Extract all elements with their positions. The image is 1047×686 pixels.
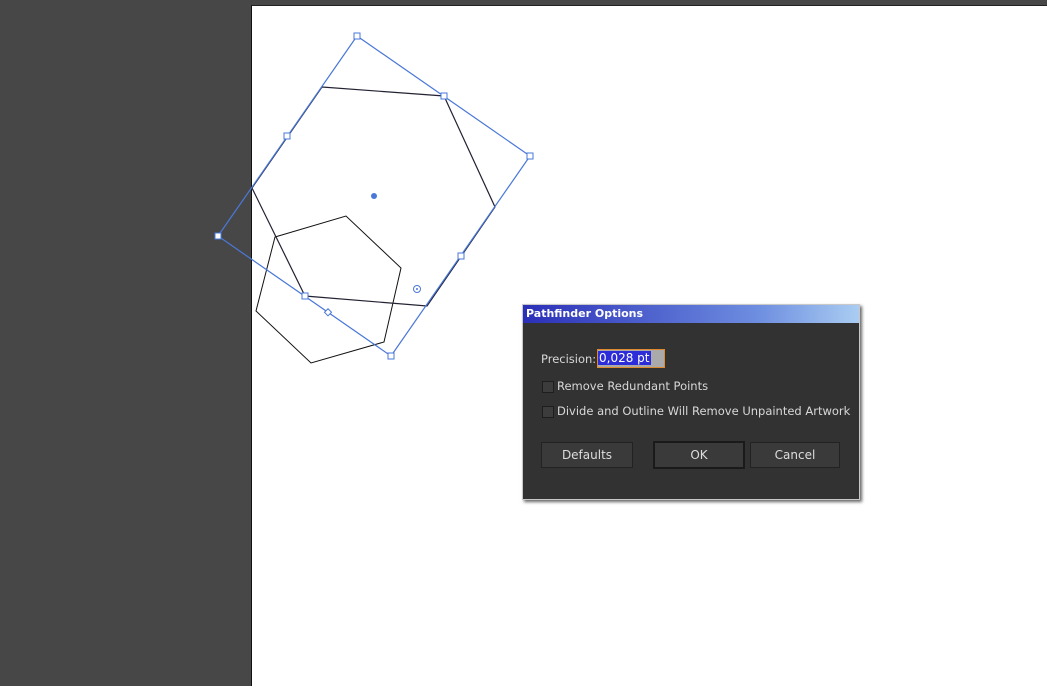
- rotate-handle-icon[interactable]: [323, 308, 333, 317]
- pathfinder-options-dialog: Pathfinder Options Precision: 0,028 pt R…: [522, 304, 860, 500]
- divide-outline-label[interactable]: Divide and Outline Will Remove Unpainted…: [557, 404, 850, 418]
- ok-button[interactable]: OK: [653, 441, 745, 469]
- divide-outline-checkbox[interactable]: [542, 406, 554, 418]
- precision-value: 0,028 pt: [598, 351, 651, 365]
- remove-redundant-label[interactable]: Remove Redundant Points: [557, 379, 708, 393]
- cancel-button[interactable]: Cancel: [750, 442, 840, 468]
- remove-redundant-checkbox[interactable]: [542, 381, 554, 393]
- reference-point-icon[interactable]: [413, 285, 421, 293]
- dialog-title: Pathfinder Options: [523, 305, 859, 323]
- precision-label: Precision:: [541, 352, 597, 366]
- center-point-icon: [371, 193, 377, 199]
- small-hexagon[interactable]: [255, 215, 402, 364]
- defaults-button[interactable]: Defaults: [541, 442, 633, 468]
- precision-input[interactable]: 0,028 pt: [597, 349, 665, 368]
